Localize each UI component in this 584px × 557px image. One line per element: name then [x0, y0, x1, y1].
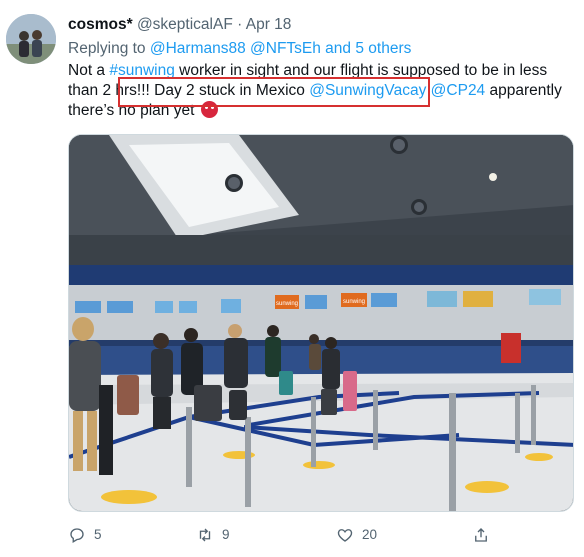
tweet-photo[interactable]: sunwing sunwing [68, 134, 574, 512]
tweet-date[interactable]: Apr 18 [246, 16, 292, 33]
heart-icon [337, 529, 353, 542]
display-name[interactable]: cosmos* [68, 16, 133, 33]
share-button[interactable] [472, 526, 490, 544]
mention-link-cp24[interactable]: @CP24 [431, 82, 486, 99]
tweet-actions: 5 9 20 [68, 526, 578, 548]
red-highlight-box [118, 77, 430, 107]
reply-users-link[interactable]: @Harmans88 @NFTsEh and 5 others [150, 40, 412, 57]
reply-icon [70, 528, 84, 543]
avatar-image [6, 14, 56, 64]
airport-checkin-image: sunwing sunwing [69, 135, 573, 511]
tweet-card: cosmos* @skepticalAF · Apr 18 Replying t… [0, 0, 584, 557]
retweet-icon [199, 528, 211, 542]
text-segment: Not a [68, 62, 110, 79]
avatar[interactable] [6, 14, 56, 64]
sunwing-sign-text: sunwing [343, 299, 365, 305]
share-icon [475, 528, 487, 542]
retweet-button[interactable]: 9 [196, 526, 230, 544]
separator-dot: · [237, 16, 243, 33]
replying-label: Replying to [68, 40, 146, 57]
reply-button[interactable]: 5 [68, 526, 102, 544]
like-button[interactable]: 20 [336, 526, 377, 544]
reply-count: 5 [94, 527, 102, 542]
like-count: 20 [362, 527, 378, 542]
retweet-count: 9 [222, 527, 230, 542]
user-handle[interactable]: @skepticalAF [137, 16, 233, 33]
replying-to-line: Replying to @Harmans88 @NFTsEh and 5 oth… [68, 40, 411, 58]
sunwing-sign-text: sunwing [276, 301, 298, 307]
tweet-header: cosmos* @skepticalAF · Apr 18 [68, 16, 291, 34]
